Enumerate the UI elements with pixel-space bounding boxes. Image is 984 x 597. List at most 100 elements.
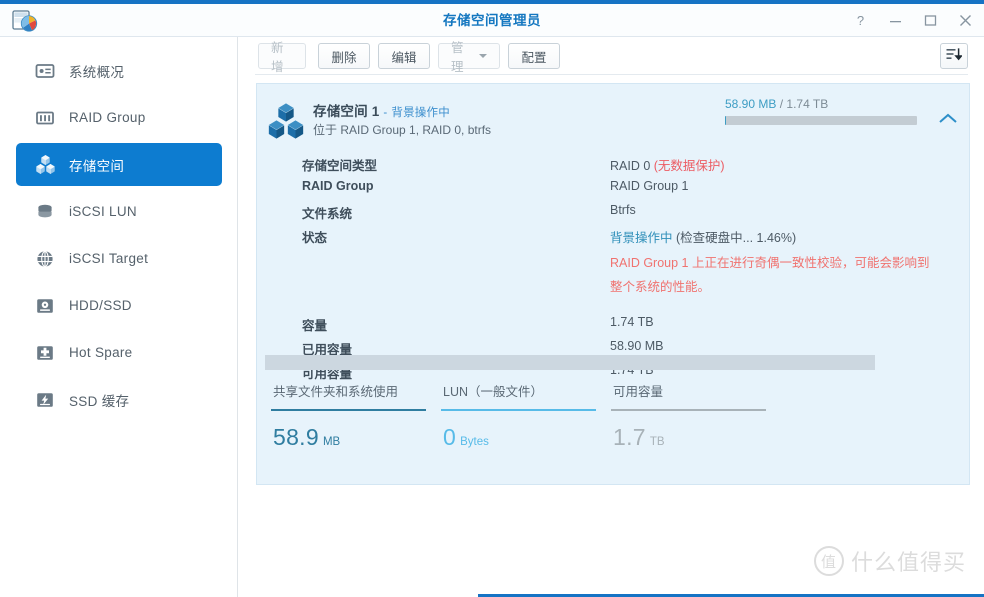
sidebar: 系统概况 RAID Group 存储空间 iSCSI LUN iSCSI Tar…: [0, 37, 238, 597]
legend-value-unit: TB: [649, 436, 665, 448]
sidebar-item-label: HDD/SSD: [69, 298, 132, 313]
manage-button-label: 管理: [451, 41, 464, 74]
detail-row-status: 状态 背景操作中 (检查硬盘中... 1.46%): [302, 227, 962, 251]
volume-details: 存储空间类型 RAID 0 (无数据保护) RAID Group RAID Gr…: [302, 155, 962, 387]
detail-value: 1.74 TB: [610, 315, 654, 329]
sidebar-item-ssd-cache[interactable]: SSD 缓存: [16, 378, 222, 421]
storage-volume-card: 存储空间 1 - 背景操作中 位于 RAID Group 1, RAID 0, …: [256, 83, 970, 485]
window-controls: ?: [852, 4, 974, 37]
legend-value-number: 1.7: [613, 424, 646, 450]
usage-legend: 共享文件夹和系统使用 58.9 MB LUN（一般文件） 0 Bytes 可用容量: [271, 381, 961, 461]
iscsi-target-icon: [34, 248, 56, 270]
detail-key: 存储空间类型: [302, 159, 378, 173]
watermark: 值 什么值得买: [813, 545, 966, 577]
delete-button[interactable]: 删除: [318, 43, 370, 69]
volume-title-separator: -: [383, 107, 388, 119]
sidebar-item-iscsi-target[interactable]: iSCSI Target: [16, 237, 222, 280]
detail-value-text: RAID 0: [610, 159, 654, 173]
legend-item-lun: LUN（一般文件） 0 Bytes: [441, 381, 611, 461]
sidebar-item-hot-spare[interactable]: Hot Spare: [16, 331, 222, 374]
chevron-down-icon: [479, 54, 487, 58]
chevron-up-icon[interactable]: [937, 110, 959, 128]
legend-color-rule: [271, 409, 426, 411]
legend-value: 0 Bytes: [441, 424, 611, 451]
edit-button[interactable]: 编辑: [378, 43, 430, 69]
legend-value-number: 0: [443, 424, 457, 450]
capacity-progress-bar: [725, 116, 917, 125]
detail-value: Btrfs: [610, 203, 636, 217]
detail-row-raid-group: RAID Group RAID Group 1: [302, 179, 962, 203]
capacity-summary: 58.90 MB / 1.74 TB: [725, 97, 828, 111]
sidebar-item-system-overview[interactable]: 系统概况: [16, 49, 222, 92]
sidebar-item-raid-group[interactable]: RAID Group: [16, 96, 222, 139]
detail-value: 58.90 MB: [610, 339, 664, 353]
legend-item-shared-folder: 共享文件夹和系统使用 58.9 MB: [271, 381, 441, 461]
sort-list-icon: [946, 47, 963, 66]
sidebar-item-label: Hot Spare: [69, 345, 133, 360]
sidebar-item-label: iSCSI Target: [69, 251, 149, 266]
capacity-used: 58.90 MB: [725, 97, 777, 111]
legend-value: 1.7 TB: [611, 424, 781, 451]
capacity-total: 1.74 TB: [786, 97, 829, 111]
ssd-cache-icon: [34, 389, 56, 411]
sort-list-button[interactable]: [940, 43, 968, 69]
sidebar-item-hdd-ssd[interactable]: HDD/SSD: [16, 284, 222, 327]
storage-volume-icon: [34, 154, 56, 176]
volume-title: 存储空间 1 - 背景操作中: [313, 100, 450, 120]
raid-group-icon: [34, 107, 56, 129]
minimize-button[interactable]: [887, 12, 904, 29]
help-button[interactable]: ?: [852, 12, 869, 29]
detail-value: RAID 0 (无数据保护): [610, 155, 725, 174]
detail-row-capacity: 容量 1.74 TB: [302, 315, 962, 339]
window-title: 存储空间管理员: [443, 13, 541, 28]
legend-item-free: 可用容量 1.7 TB: [611, 381, 781, 461]
detail-key: 容量: [302, 319, 328, 333]
legend-value-unit: MB: [322, 436, 341, 448]
detail-key: RAID Group: [302, 179, 374, 193]
capacity-separator: /: [779, 97, 784, 111]
legend-value: 58.9 MB: [271, 424, 441, 451]
sidebar-item-label: iSCSI LUN: [69, 204, 137, 219]
legend-color-rule: [441, 409, 596, 411]
detail-key: 文件系统: [302, 207, 353, 221]
status-progress: (检查硬盘中... 1.46%): [675, 231, 797, 245]
legend-label: 可用容量: [613, 385, 664, 399]
legend-value-unit: Bytes: [460, 436, 489, 448]
detail-value: RAID Group 1: [610, 179, 689, 193]
svg-text:?: ?: [857, 13, 864, 28]
configure-button[interactable]: 配置: [508, 43, 560, 69]
storage-volume-cubes-icon: [266, 101, 306, 141]
hot-spare-icon: [34, 342, 56, 364]
sidebar-nav: 系统概况 RAID Group 存储空间 iSCSI LUN iSCSI Tar…: [0, 45, 238, 425]
toolbar: 新增 删除 编辑 管理 配置: [239, 37, 984, 75]
storage-manager-window: 存储空间管理员 ? 系统概况 RAID Group 存储空间 iSCSI LUN…: [0, 0, 984, 597]
manage-button[interactable]: 管理: [438, 41, 500, 74]
iscsi-lun-icon: [34, 201, 56, 223]
detail-value-warning: (无数据保护): [653, 159, 725, 173]
create-button[interactable]: 新增: [258, 41, 306, 74]
maximize-button[interactable]: [922, 12, 939, 29]
overview-icon: [34, 60, 56, 82]
legend-label: LUN（一般文件）: [443, 385, 544, 399]
detail-value: 背景操作中 (检查硬盘中... 1.46%): [610, 227, 796, 246]
sidebar-item-label: 存储空间: [69, 158, 125, 174]
sidebar-item-label: RAID Group: [69, 110, 146, 125]
legend-value-number: 58.9: [273, 424, 319, 450]
detail-key: 状态: [302, 231, 328, 245]
sidebar-item-label: 系统概况: [69, 64, 125, 80]
sidebar-item-label: SSD 缓存: [69, 393, 130, 409]
detail-row-type: 存储空间类型 RAID 0 (无数据保护): [302, 155, 962, 179]
sidebar-item-storage-volume[interactable]: 存储空间: [16, 143, 222, 186]
watermark-text: 什么值得买: [850, 550, 966, 575]
watermark-badge: 值: [813, 546, 844, 576]
title-bar: 存储空间管理员 ?: [0, 4, 984, 37]
usage-distribution-bar: [265, 355, 875, 370]
sidebar-item-iscsi-lun[interactable]: iSCSI LUN: [16, 190, 222, 233]
volume-title-status: 背景操作中: [391, 107, 450, 119]
status-warning-message: RAID Group 1 上正在进行奇偶一致性校验，可能会影响到整个系统的性能。: [610, 256, 930, 294]
status-text: 背景操作中: [610, 231, 676, 245]
legend-color-rule: [611, 409, 766, 411]
volume-name: 存储空间 1: [313, 104, 380, 119]
close-button[interactable]: [957, 12, 974, 29]
main-panel: 新增 删除 编辑 管理 配置 存储空间 1 - 背景操作中 位于 RAID Gr…: [239, 37, 984, 597]
